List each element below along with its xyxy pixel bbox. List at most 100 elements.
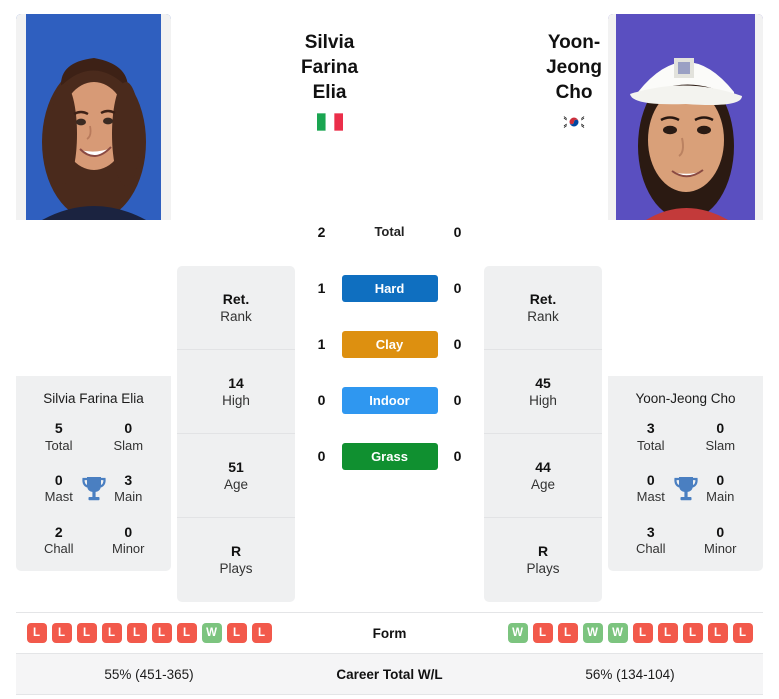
italy-flag-icon <box>316 113 343 131</box>
comparison-stats-table: LLLLLLLWLL Form WLLWWLLLLL 55% (451-365)… <box>16 612 763 699</box>
right-titles-minor: 0 Minor <box>686 524 756 558</box>
form-badge-loss: L <box>657 623 678 643</box>
right-titles-chall: 3 Chall <box>616 524 686 558</box>
left-titles-total-value: 5 <box>54 420 63 436</box>
left-player-name-header: Silvia Farina Elia <box>301 14 358 131</box>
left-rank-rank-value: Ret. <box>222 290 250 307</box>
h2h-indoor-left-score: 0 <box>317 392 326 408</box>
right-titles-card: Yoon-Jeong Cho 3 Total 0 Slam 0 Mast 0 M… <box>608 376 763 572</box>
surface-pill-grass[interactable]: Grass <box>341 442 438 470</box>
h2h-grass-right-score: 0 <box>453 448 462 464</box>
left-rank-rank-caption: Rank <box>220 308 252 324</box>
right-rank-age-caption: Age <box>530 476 556 492</box>
right-titles-chall-value: 3 <box>646 523 655 540</box>
h2h-row-total: 2 Total 0 <box>301 204 478 260</box>
form-badge-loss: L <box>226 623 247 643</box>
right-rank-rank-caption: Rank <box>527 308 559 324</box>
left-form-badges: LLLLLLLWLL <box>16 623 282 643</box>
right-player-photo[interactable] <box>608 14 763 220</box>
h2h-indoor-right-score: 0 <box>453 392 462 408</box>
yoon-jeong-cho-portrait <box>608 14 763 220</box>
left-player-photo[interactable] <box>16 14 171 220</box>
left-titles-chall: 2 Chall <box>24 524 94 558</box>
surface-pill-indoor[interactable]: Indoor <box>341 386 438 414</box>
right-rank-column: Ret. Rank 45 High 44 Age R Plays <box>484 266 602 602</box>
right-rank-plays-value: R <box>537 543 549 560</box>
left-titles-minor-value: 0 <box>124 523 133 540</box>
south-korea-flag-icon <box>561 113 588 131</box>
left-titles-minor-label: Minor <box>111 541 145 556</box>
left-titles-card: Silvia Farina Elia 5 Total 0 Slam 0 Mast <box>16 376 171 572</box>
left-career-total-wl: 55% (451-365) <box>104 666 194 682</box>
stats-row-ytd-wl: 0% (0-0) YTD W/L 0% (0-0) <box>16 695 763 699</box>
left-rank-high-caption: High <box>222 392 250 408</box>
career-total-wl-label: Career Total W/L <box>336 666 443 682</box>
surface-pill-hard[interactable]: Hard <box>341 274 438 302</box>
form-badge-loss: L <box>101 623 122 643</box>
h2h-hard-right-score: 0 <box>453 280 462 296</box>
right-player-name-header: Yoon-Jeong Cho <box>546 14 602 131</box>
h2h-total-left-score: 2 <box>317 224 326 240</box>
form-badge-loss: L <box>26 623 47 643</box>
right-photo-column <box>608 14 763 220</box>
right-player-name-line2: Cho <box>555 82 593 104</box>
right-player-name-line1: Yoon-Jeong <box>546 32 603 79</box>
h2h-row-hard: 1 Hard 0 <box>301 260 478 316</box>
left-rank-high-value: 14 <box>228 374 244 391</box>
form-badge-loss: L <box>176 623 197 643</box>
h2h-clay-right-score: 0 <box>453 336 462 352</box>
right-form-cell: WLLWWLLLLL <box>497 623 763 643</box>
left-titles-chall-value: 2 <box>54 523 63 540</box>
left-player-name-line2: Elia <box>312 82 347 104</box>
h2h-total-label: Total <box>374 224 405 239</box>
stats-row-form: LLLLLLLWLL Form WLLWWLLLLL <box>16 613 763 654</box>
right-rank-high-caption: High <box>529 392 557 408</box>
h2h-row-indoor: 0 Indoor 0 <box>301 372 478 428</box>
form-badge-win: W <box>607 623 628 643</box>
form-badge-loss: L <box>126 623 147 643</box>
trophy-icon <box>673 476 698 500</box>
left-titles-slam-label: Slam <box>113 437 144 453</box>
right-titles-chall-label: Chall <box>635 541 666 556</box>
surface-pill-clay[interactable]: Clay <box>341 330 438 358</box>
left-rank-column: Ret. Rank 14 High 51 Age R Plays <box>177 266 295 602</box>
left-rank-plays-caption: Plays <box>219 561 253 577</box>
left-rank-rank: Ret. Rank <box>177 266 295 350</box>
right-titles-minor-label: Minor <box>703 541 737 556</box>
right-career-total-wl: 56% (134-104) <box>585 666 675 682</box>
right-titles-slam-value: 0 <box>716 420 725 436</box>
right-titles-slam: 0 Slam <box>686 420 756 454</box>
right-titles-total: 3 Total <box>616 420 686 454</box>
silvia-farina-elia-portrait <box>16 14 171 220</box>
right-titles-minor-value: 0 <box>716 523 725 540</box>
h2h-hard-left-score: 1 <box>317 280 326 296</box>
h2h-grass-left-score: 0 <box>317 448 326 464</box>
trophy-icon <box>81 476 106 500</box>
form-badge-loss: L <box>557 623 578 643</box>
form-badge-loss: L <box>251 623 272 643</box>
h2h-row-grass: 0 Grass 0 <box>301 428 478 484</box>
left-rank-age-caption: Age <box>223 476 249 492</box>
left-titles-minor: 0 Minor <box>94 524 164 558</box>
right-rank-plays-caption: Plays <box>526 561 560 577</box>
left-rank-high: 14 High <box>177 350 295 434</box>
left-titles-slam: 0 Slam <box>94 420 164 454</box>
player-comparison-page: Silvia Farina Elia Yoon-Jeong Cho Silvia… <box>0 0 779 699</box>
form-badge-loss: L <box>532 623 553 643</box>
form-badge-loss: L <box>51 623 72 643</box>
right-titles-grid: 3 Total 0 Slam 0 Mast 0 Main 3 Chall 0 M… <box>616 420 755 557</box>
right-player-caption: Yoon-Jeong Cho <box>635 391 736 406</box>
h2h-total-right-score: 0 <box>453 224 462 240</box>
right-rank-age-value: 44 <box>535 458 551 475</box>
right-rank-age: 44 Age <box>484 434 602 518</box>
left-player-name-line1: Silvia Farina <box>301 32 359 79</box>
left-titles-total: 5 Total <box>24 420 94 454</box>
form-badge-loss: L <box>732 623 753 643</box>
right-titles-total-label: Total <box>637 437 665 453</box>
stats-row-career-total-wl: 55% (451-365) Career Total W/L 56% (134-… <box>16 654 763 695</box>
form-badge-win: W <box>201 623 222 643</box>
right-rank-rank: Ret. Rank <box>484 266 602 350</box>
left-form-cell: LLLLLLLWLL <box>16 623 282 643</box>
left-titles-slam-value: 0 <box>124 420 133 436</box>
left-photo-column <box>16 14 171 220</box>
